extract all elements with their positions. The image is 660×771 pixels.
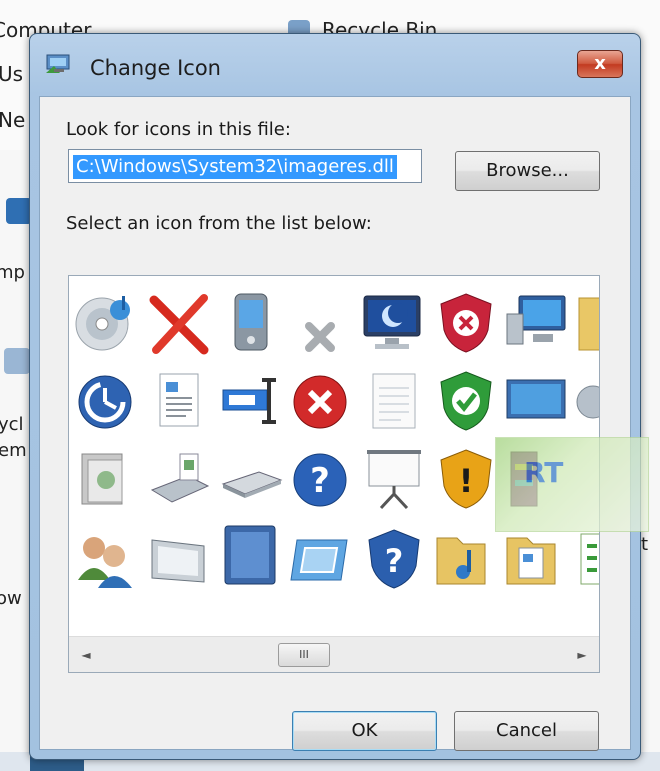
green-list-icon[interactable]	[575, 526, 599, 592]
dialog-app-icon	[46, 53, 72, 75]
shield-check-icon[interactable]	[433, 368, 499, 434]
close-icon: x	[594, 53, 606, 74]
file-path-value: C:\Windows\System32\imageres.dll	[73, 155, 397, 179]
watermark-text: RT	[524, 456, 564, 489]
dialog-title: Change Icon	[90, 56, 221, 80]
bg-label-ow: ow	[0, 588, 22, 609]
shield-error-icon[interactable]	[433, 290, 499, 356]
red-x-icon[interactable]	[146, 290, 212, 356]
change-icon-dialog: Change Icon x Look for icons in this fil…	[29, 33, 641, 760]
gear-icon[interactable]	[575, 368, 599, 434]
cd-music-icon[interactable]	[72, 290, 138, 356]
scroll-right-icon[interactable]: ►	[573, 646, 591, 664]
horizontal-scrollbar[interactable]: ◄ III ►	[69, 636, 599, 672]
file-path-input[interactable]: C:\Windows\System32\imageres.dll	[68, 149, 422, 183]
shield-help-icon[interactable]: ?	[361, 526, 427, 592]
music-folder-icon[interactable]	[433, 526, 499, 592]
svg-text:!: !	[459, 462, 474, 500]
bg-label-ycl: ycl	[0, 414, 24, 435]
close-button[interactable]: x	[577, 50, 623, 78]
shield-warning-icon[interactable]: !	[433, 446, 499, 512]
bg-label-em: em	[0, 440, 27, 461]
scroll-left-icon[interactable]: ◄	[77, 646, 95, 664]
watermark-logo: RT	[495, 437, 649, 532]
red-circle-x-icon[interactable]	[287, 368, 353, 434]
monitor-moon-icon[interactable]	[359, 290, 425, 356]
svg-text:?: ?	[310, 461, 330, 501]
recycle-icon	[4, 348, 30, 374]
bg-label-t: t	[641, 534, 649, 555]
bg-label-ne: Ne	[0, 108, 26, 132]
blank-page-icon[interactable]	[361, 368, 427, 434]
select-icon-label: Select an icon from the list below:	[66, 213, 372, 234]
look-for-label: Look for icons in this file:	[66, 119, 291, 140]
rename-text-icon[interactable]	[219, 368, 285, 434]
scroll-thumb[interactable]: III	[278, 643, 330, 667]
slim-monitor-icon[interactable]	[146, 526, 212, 592]
flatbed-scanner-icon[interactable]	[219, 446, 285, 512]
folder-icon[interactable]	[575, 290, 599, 356]
ok-button[interactable]: OK	[292, 711, 437, 751]
network-computer-icon[interactable]	[503, 290, 569, 356]
small-x-icon[interactable]	[287, 302, 353, 368]
document-folder-icon[interactable]	[503, 526, 569, 592]
bg-label-mp: mp	[0, 262, 25, 283]
dialog-content: Look for icons in this file: C:\Windows\…	[39, 96, 631, 751]
display-frame-icon[interactable]	[287, 526, 353, 592]
help-circle-icon[interactable]: ?	[287, 446, 353, 512]
projector-screen-icon[interactable]	[361, 446, 427, 512]
widescreen-monitor-icon[interactable]	[503, 368, 569, 434]
scanner-icon[interactable]	[146, 446, 212, 512]
document-text-icon[interactable]	[146, 368, 212, 434]
svg-text:?: ?	[385, 542, 404, 580]
photo-album-icon[interactable]	[72, 446, 138, 512]
power-clock-icon[interactable]	[72, 368, 138, 434]
bg-label-us: Us	[0, 62, 24, 86]
browse-button[interactable]: Browse...	[455, 151, 600, 191]
users-icon[interactable]	[72, 526, 138, 592]
title-bar[interactable]: Change Icon x	[30, 34, 640, 96]
pda-icon[interactable]	[219, 290, 285, 356]
cancel-button[interactable]: Cancel	[454, 711, 599, 751]
film-frame-icon[interactable]	[219, 522, 285, 588]
